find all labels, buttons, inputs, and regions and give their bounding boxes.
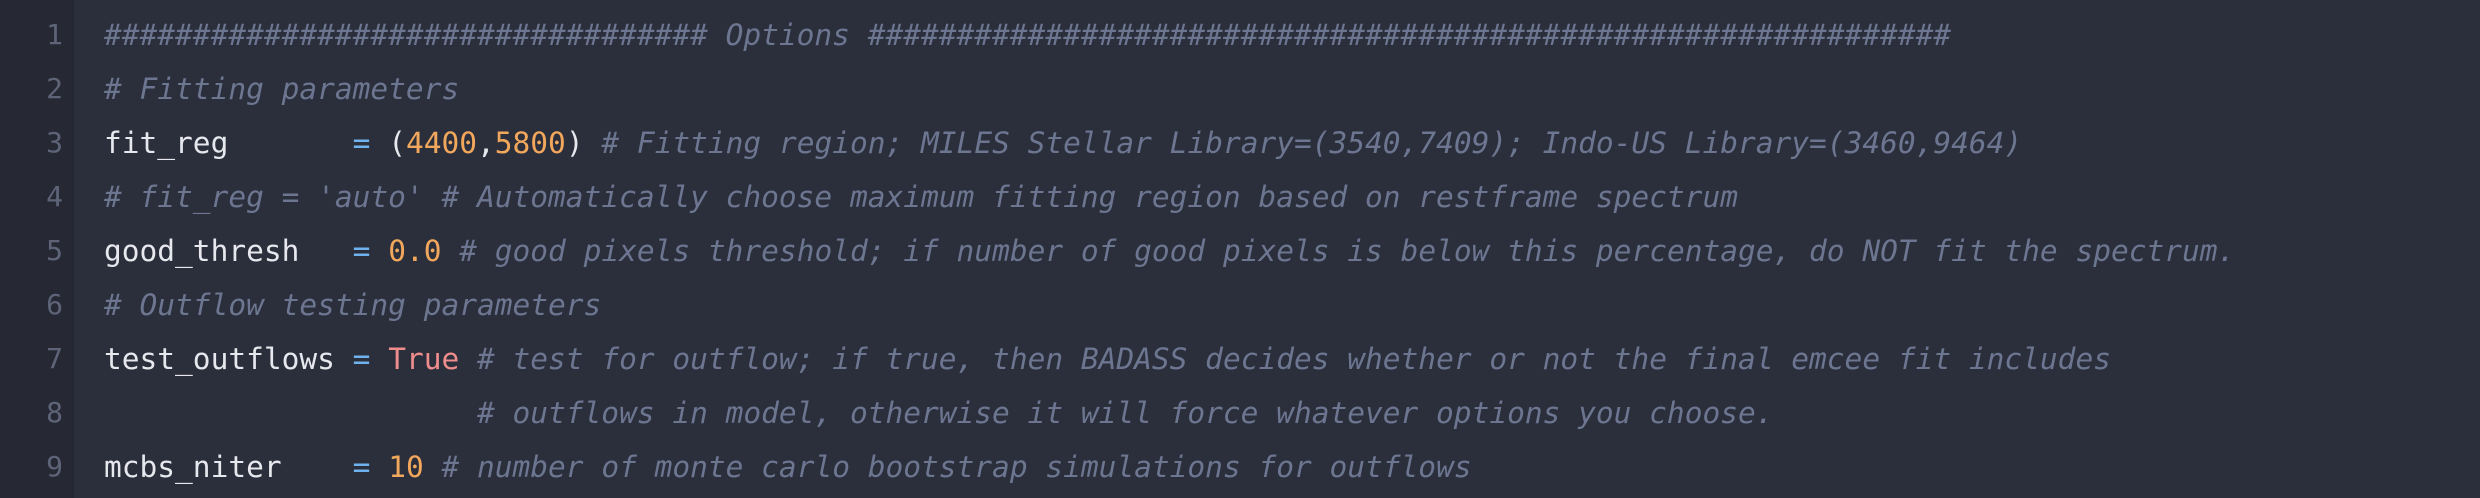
- comment-token: # test for outflow; if true, then BADASS…: [477, 342, 2111, 376]
- code-line[interactable]: # fit_reg = 'auto' # Automatically choos…: [104, 170, 2480, 224]
- number-token: 5800: [494, 126, 566, 160]
- number-token: 4400: [405, 126, 477, 160]
- identifier-token: test_outflows: [104, 342, 353, 376]
- operator-token: =: [352, 234, 389, 268]
- number-token: 0.0: [388, 234, 442, 268]
- code-line[interactable]: good_thresh = 0.0 # good pixels threshol…: [104, 224, 2480, 278]
- identifier-token: fit_reg: [104, 126, 353, 160]
- code-editor[interactable]: 1 2 3 4 5 6 7 8 9 ######################…: [0, 0, 2480, 498]
- line-number-gutter: 1 2 3 4 5 6 7 8 9: [0, 0, 74, 498]
- punct-token: [459, 342, 477, 376]
- line-number: 9: [46, 450, 63, 483]
- line-number: 3: [46, 126, 63, 159]
- line-number: 5: [46, 234, 63, 267]
- code-line[interactable]: # outflows in model, otherwise it will f…: [104, 386, 2480, 440]
- comment-token: # good pixels threshold; if number of go…: [459, 234, 2236, 268]
- code-line[interactable]: # Outflow testing parameters: [104, 278, 2480, 332]
- identifier-token: mcbs_niter: [104, 450, 353, 484]
- operator-token: =: [352, 342, 389, 376]
- comment-token: # fit_reg = 'auto' # Automatically choos…: [104, 180, 1738, 214]
- comment-token: ################################## Optio…: [104, 18, 1952, 52]
- line-number: 8: [46, 396, 63, 429]
- code-line[interactable]: mcbs_niter = 10 # number of monte carlo …: [104, 440, 2480, 494]
- line-number: 6: [46, 288, 63, 321]
- punct-token: [441, 234, 459, 268]
- operator-token: =: [352, 450, 389, 484]
- line-number: 1: [46, 18, 63, 51]
- code-line[interactable]: # Fitting parameters: [104, 62, 2480, 116]
- line-number: 4: [46, 180, 63, 213]
- keyword-token: True: [388, 342, 460, 376]
- punct-token: ,: [477, 126, 495, 160]
- comment-token: # outflows in model, otherwise it will f…: [459, 396, 1774, 430]
- comment-token: # Fitting parameters: [104, 72, 460, 106]
- punct-token: [424, 450, 442, 484]
- code-line[interactable]: test_outflows = True # test for outflow;…: [104, 332, 2480, 386]
- code-line[interactable]: fit_reg = (4400,5800) # Fitting region; …: [104, 116, 2480, 170]
- indent-token: [104, 396, 459, 430]
- comment-token: # Outflow testing parameters: [104, 288, 602, 322]
- line-number: 2: [46, 72, 63, 105]
- punct-token: ): [565, 126, 602, 160]
- line-number: 7: [46, 342, 63, 375]
- number-token: 10: [388, 450, 424, 484]
- code-area[interactable]: ################################## Optio…: [74, 0, 2480, 498]
- comment-token: # Fitting region; MILES Stellar Library=…: [601, 126, 2023, 160]
- comment-token: # number of monte carlo bootstrap simula…: [441, 450, 1472, 484]
- operator-token: =: [352, 126, 389, 160]
- identifier-token: good_thresh: [104, 234, 353, 268]
- code-line[interactable]: ################################## Optio…: [104, 8, 2480, 62]
- punct-token: (: [388, 126, 406, 160]
